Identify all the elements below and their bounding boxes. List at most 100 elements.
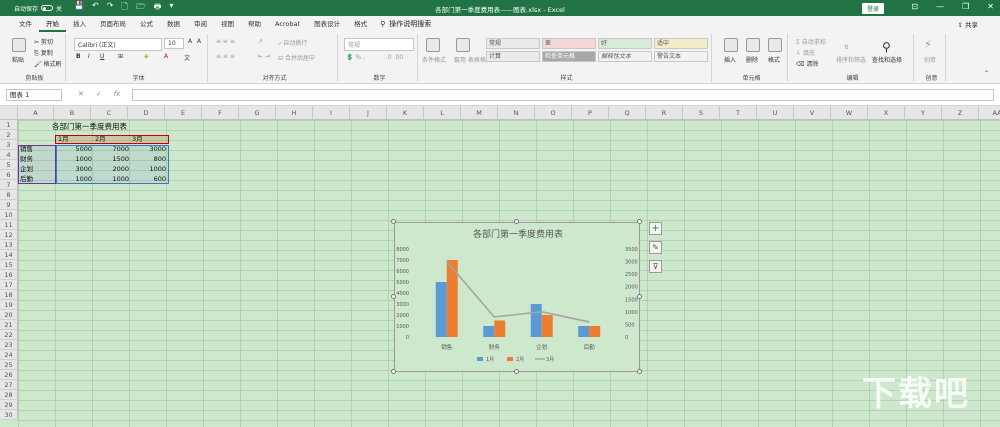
ideas-button[interactable]: 创意 — [924, 55, 936, 64]
column-header[interactable]: Q — [609, 106, 646, 120]
undo-icon[interactable]: ↶ — [92, 1, 99, 15]
row-header[interactable]: 7 — [0, 180, 18, 190]
row-header[interactable]: 12 — [0, 230, 18, 240]
row-header[interactable]: 10 — [0, 210, 18, 220]
style-neutral[interactable]: 适中 — [654, 38, 708, 49]
formula-input[interactable] — [132, 89, 994, 101]
new-file-icon[interactable]: 🗋 — [121, 1, 127, 15]
dept-cell[interactable]: 后勤 — [20, 174, 33, 184]
column-header[interactable]: D — [128, 106, 165, 120]
style-bad[interactable]: 差 — [542, 38, 596, 49]
style-warning[interactable]: 警告文本 — [654, 51, 708, 62]
tab-review[interactable]: 审阅 — [187, 16, 214, 32]
column-header[interactable]: E — [165, 106, 202, 120]
bar-2月[interactable] — [589, 326, 601, 337]
close-button[interactable]: ✕ — [987, 2, 994, 11]
resize-handle[interactable] — [514, 219, 519, 224]
tab-data[interactable]: 数据 — [160, 16, 187, 32]
select-all-corner[interactable] — [0, 106, 18, 120]
chart-filter-button[interactable]: ⊽ — [649, 260, 662, 273]
column-header[interactable]: H — [276, 106, 313, 120]
fill-color-icon[interactable]: ◈ — [144, 53, 149, 60]
column-header[interactable]: X — [868, 106, 905, 120]
row-header[interactable]: 5 — [0, 160, 18, 170]
align-top-icon[interactable]: ≡ ≡ ≡ — [216, 38, 235, 45]
minimize-button[interactable]: — — [936, 2, 944, 11]
format-painter-button[interactable]: 🖌 格式刷 — [34, 59, 62, 68]
column-header[interactable]: B — [54, 106, 91, 120]
value-cell[interactable]: 600 — [130, 174, 166, 184]
row-header[interactable]: 22 — [0, 330, 18, 340]
row-header[interactable]: 18 — [0, 290, 18, 300]
row-header[interactable]: 24 — [0, 350, 18, 360]
y2-tick-label[interactable]: 2500 — [625, 272, 638, 278]
column-header[interactable]: N — [498, 106, 535, 120]
print-preview-icon[interactable]: 🖶 — [154, 1, 162, 15]
redo-icon[interactable]: ↷ — [107, 1, 114, 15]
ideas-icon[interactable]: ⚡ — [924, 38, 932, 51]
resize-handle[interactable] — [637, 369, 642, 374]
font-color-icon[interactable]: A — [164, 53, 168, 60]
indent-icon[interactable]: ⇤ ⇥ — [258, 53, 270, 60]
toggle-switch-icon[interactable] — [41, 5, 54, 11]
resize-handle[interactable] — [637, 294, 642, 299]
legend-label[interactable]: 2月 — [516, 357, 524, 363]
format-cells-button[interactable]: 格式 — [768, 55, 780, 64]
style-good[interactable]: 好 — [598, 38, 652, 49]
collapse-ribbon-icon[interactable]: ⌃ — [984, 70, 989, 77]
column-header[interactable]: O — [535, 106, 572, 120]
font-name-select[interactable]: Calibri (正文) — [74, 38, 162, 51]
restore-button[interactable]: ❐ — [962, 2, 969, 11]
y2-tick-label[interactable]: 0 — [625, 335, 628, 341]
ribbon-display-icon[interactable]: ⊡ — [911, 2, 918, 11]
insert-cells-icon[interactable] — [724, 38, 738, 52]
column-header[interactable]: M — [461, 106, 498, 120]
tab-chart-design[interactable]: 图表设计 — [307, 16, 347, 32]
bar-2月[interactable] — [494, 320, 506, 338]
chart-elements-button[interactable]: + — [649, 222, 662, 235]
format-cells-icon[interactable] — [768, 38, 782, 52]
row-header[interactable]: 20 — [0, 310, 18, 320]
category-label[interactable]: 后勤 — [584, 343, 596, 351]
row-header[interactable]: 17 — [0, 280, 18, 290]
row-header[interactable]: 29 — [0, 400, 18, 410]
tab-file[interactable]: 文件 — [12, 16, 39, 32]
clear-button[interactable]: ⌫ 清除 — [796, 59, 818, 68]
header-cell[interactable]: 2月 — [95, 134, 106, 144]
resize-handle[interactable] — [637, 219, 642, 224]
chart-container[interactable]: 各部门第一季度费用表 0 1000 2000 3000 4000 5000 6000 7000 8… — [394, 222, 640, 372]
style-check-cell[interactable]: 检查单元格 — [542, 51, 596, 62]
value-cell[interactable]: 1000 — [56, 174, 92, 184]
row-header[interactable]: 25 — [0, 360, 18, 370]
bar-2月[interactable] — [541, 315, 553, 337]
row-header[interactable]: 3 — [0, 140, 18, 150]
row-header[interactable]: 23 — [0, 340, 18, 350]
combo-chart[interactable]: 各部门第一季度费用表010002000300040005000600070008… — [395, 223, 641, 373]
y-tick-label[interactable]: 7000 — [396, 258, 409, 264]
legend-label[interactable]: 3月 — [546, 357, 554, 363]
row-header[interactable]: 27 — [0, 380, 18, 390]
resize-handle[interactable] — [391, 369, 396, 374]
row-header[interactable]: 19 — [0, 300, 18, 310]
column-header[interactable]: P — [572, 106, 609, 120]
column-header[interactable]: K — [387, 106, 424, 120]
y-tick-label[interactable]: 4000 — [396, 291, 409, 297]
y-tick-label[interactable]: 2000 — [396, 313, 409, 319]
resize-handle[interactable] — [514, 369, 519, 374]
find-select-button[interactable]: 查找和选择 — [872, 55, 902, 64]
customize-toolbar-icon[interactable]: ▾ — [169, 1, 173, 15]
dept-cell[interactable]: 财务 — [20, 154, 33, 164]
save-icon[interactable]: 💾 — [74, 1, 84, 15]
style-normal[interactable]: 常规 — [486, 38, 540, 49]
y-tick-label[interactable]: 1000 — [396, 324, 409, 330]
share-button[interactable]: ⇪ 共享 — [957, 19, 978, 29]
legend-label[interactable]: 1月 — [486, 357, 494, 363]
column-header[interactable]: R — [646, 106, 683, 120]
y-tick-label[interactable]: 0 — [406, 335, 409, 341]
login-button[interactable]: 登录 — [862, 3, 885, 14]
tell-me-search[interactable]: ⚲ 操作说明搜索 — [374, 19, 431, 29]
column-header[interactable]: T — [720, 106, 757, 120]
bar-1月[interactable] — [483, 326, 495, 337]
fill-button[interactable]: ⇩ 填充 — [796, 48, 815, 57]
y-tick-label[interactable]: 6000 — [396, 269, 409, 275]
